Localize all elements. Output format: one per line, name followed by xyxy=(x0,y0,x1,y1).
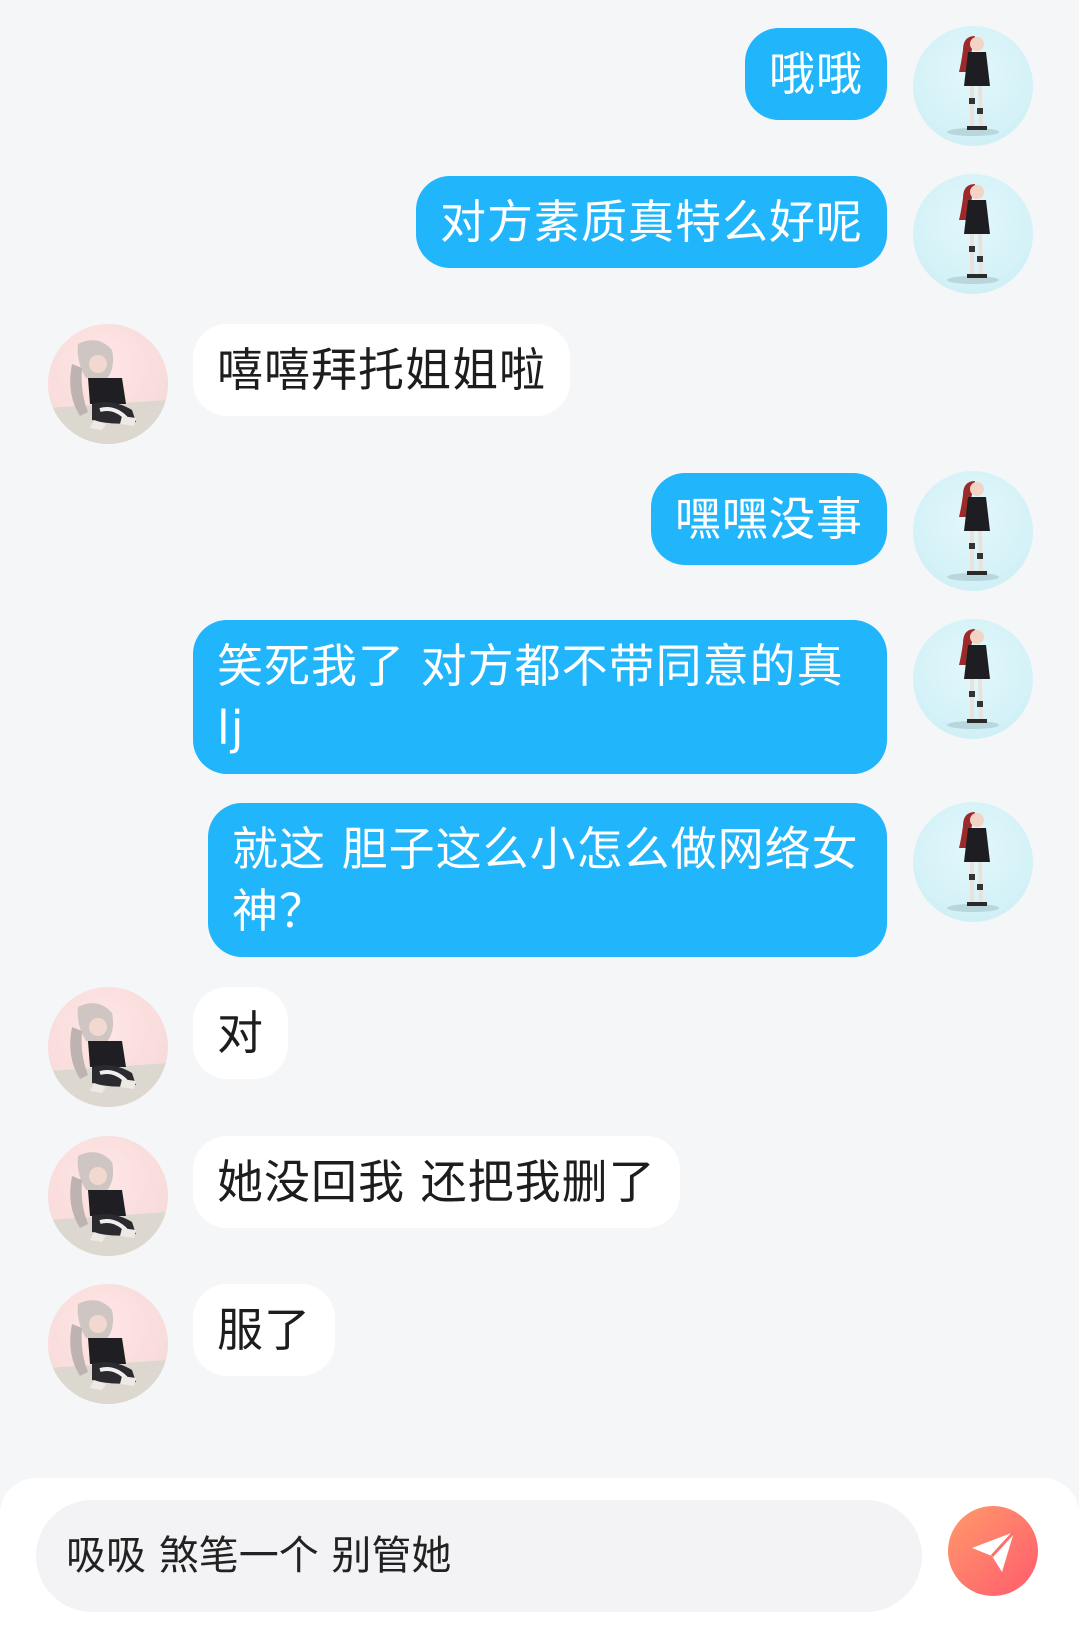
message-row-incoming: 嘻嘻拜托姐姐啦 xyxy=(0,322,1079,444)
paper-plane-icon xyxy=(972,1530,1016,1572)
contact-avatar[interactable] xyxy=(48,1136,168,1256)
my-avatar[interactable] xyxy=(913,174,1033,294)
contact-avatar[interactable] xyxy=(48,324,168,444)
message-bubble-incoming[interactable]: 她没回我 还把我删了 xyxy=(193,1136,680,1228)
my-avatar[interactable] xyxy=(913,471,1033,591)
message-row-incoming: 她没回我 还把我删了 xyxy=(0,1134,1079,1256)
message-row-outgoing: 哦哦 xyxy=(0,26,1079,146)
avatar-figure-icon xyxy=(947,812,999,912)
message-bubble-outgoing[interactable]: 就这 胆子这么小怎么做网络女神？ xyxy=(208,803,887,957)
my-avatar[interactable] xyxy=(913,802,1033,922)
avatar-figure-icon xyxy=(48,1300,168,1404)
my-avatar[interactable] xyxy=(913,26,1033,146)
contact-avatar[interactable] xyxy=(48,987,168,1107)
avatar-figure-icon xyxy=(947,184,999,284)
avatar-figure-icon xyxy=(947,481,999,581)
contact-avatar[interactable] xyxy=(48,1284,168,1404)
avatar-figure-icon xyxy=(48,1152,168,1256)
message-bubble-outgoing[interactable]: 笑死我了 对方都不带同意的真lj xyxy=(193,620,887,774)
send-button[interactable] xyxy=(948,1506,1038,1596)
avatar-figure-icon xyxy=(947,629,999,729)
message-bubble-incoming[interactable]: 对 xyxy=(193,987,288,1079)
avatar-figure-icon xyxy=(48,1003,168,1107)
message-bubble-outgoing[interactable]: 对方素质真特么好呢 xyxy=(416,176,887,268)
message-composer: 吸吸 煞笔一个 别管她 xyxy=(0,1478,1079,1636)
message-bubble-outgoing[interactable]: 哦哦 xyxy=(745,28,887,120)
message-bubble-incoming[interactable]: 服了 xyxy=(193,1284,335,1376)
message-row-incoming: 对 xyxy=(0,985,1079,1107)
message-input[interactable]: 吸吸 煞笔一个 别管她 xyxy=(36,1500,922,1612)
message-row-outgoing: 就这 胆子这么小怎么做网络女神？ xyxy=(0,802,1079,957)
message-row-incoming: 服了 xyxy=(0,1282,1079,1404)
message-row-outgoing: 对方素质真特么好呢 xyxy=(0,174,1079,294)
my-avatar[interactable] xyxy=(913,619,1033,739)
message-bubble-incoming[interactable]: 嘻嘻拜托姐姐啦 xyxy=(193,324,570,416)
message-row-outgoing: 嘿嘿没事 xyxy=(0,471,1079,591)
chat-message-list[interactable]: 哦哦 对方素质真特么好呢 嘻嘻拜托姐姐啦 嘿嘿没事 笑死我了 对方都不带同意的真… xyxy=(0,0,1079,1478)
avatar-figure-icon xyxy=(48,340,168,444)
message-row-outgoing: 笑死我了 对方都不带同意的真lj xyxy=(0,619,1079,774)
message-bubble-outgoing[interactable]: 嘿嘿没事 xyxy=(651,473,887,565)
avatar-figure-icon xyxy=(947,36,999,136)
